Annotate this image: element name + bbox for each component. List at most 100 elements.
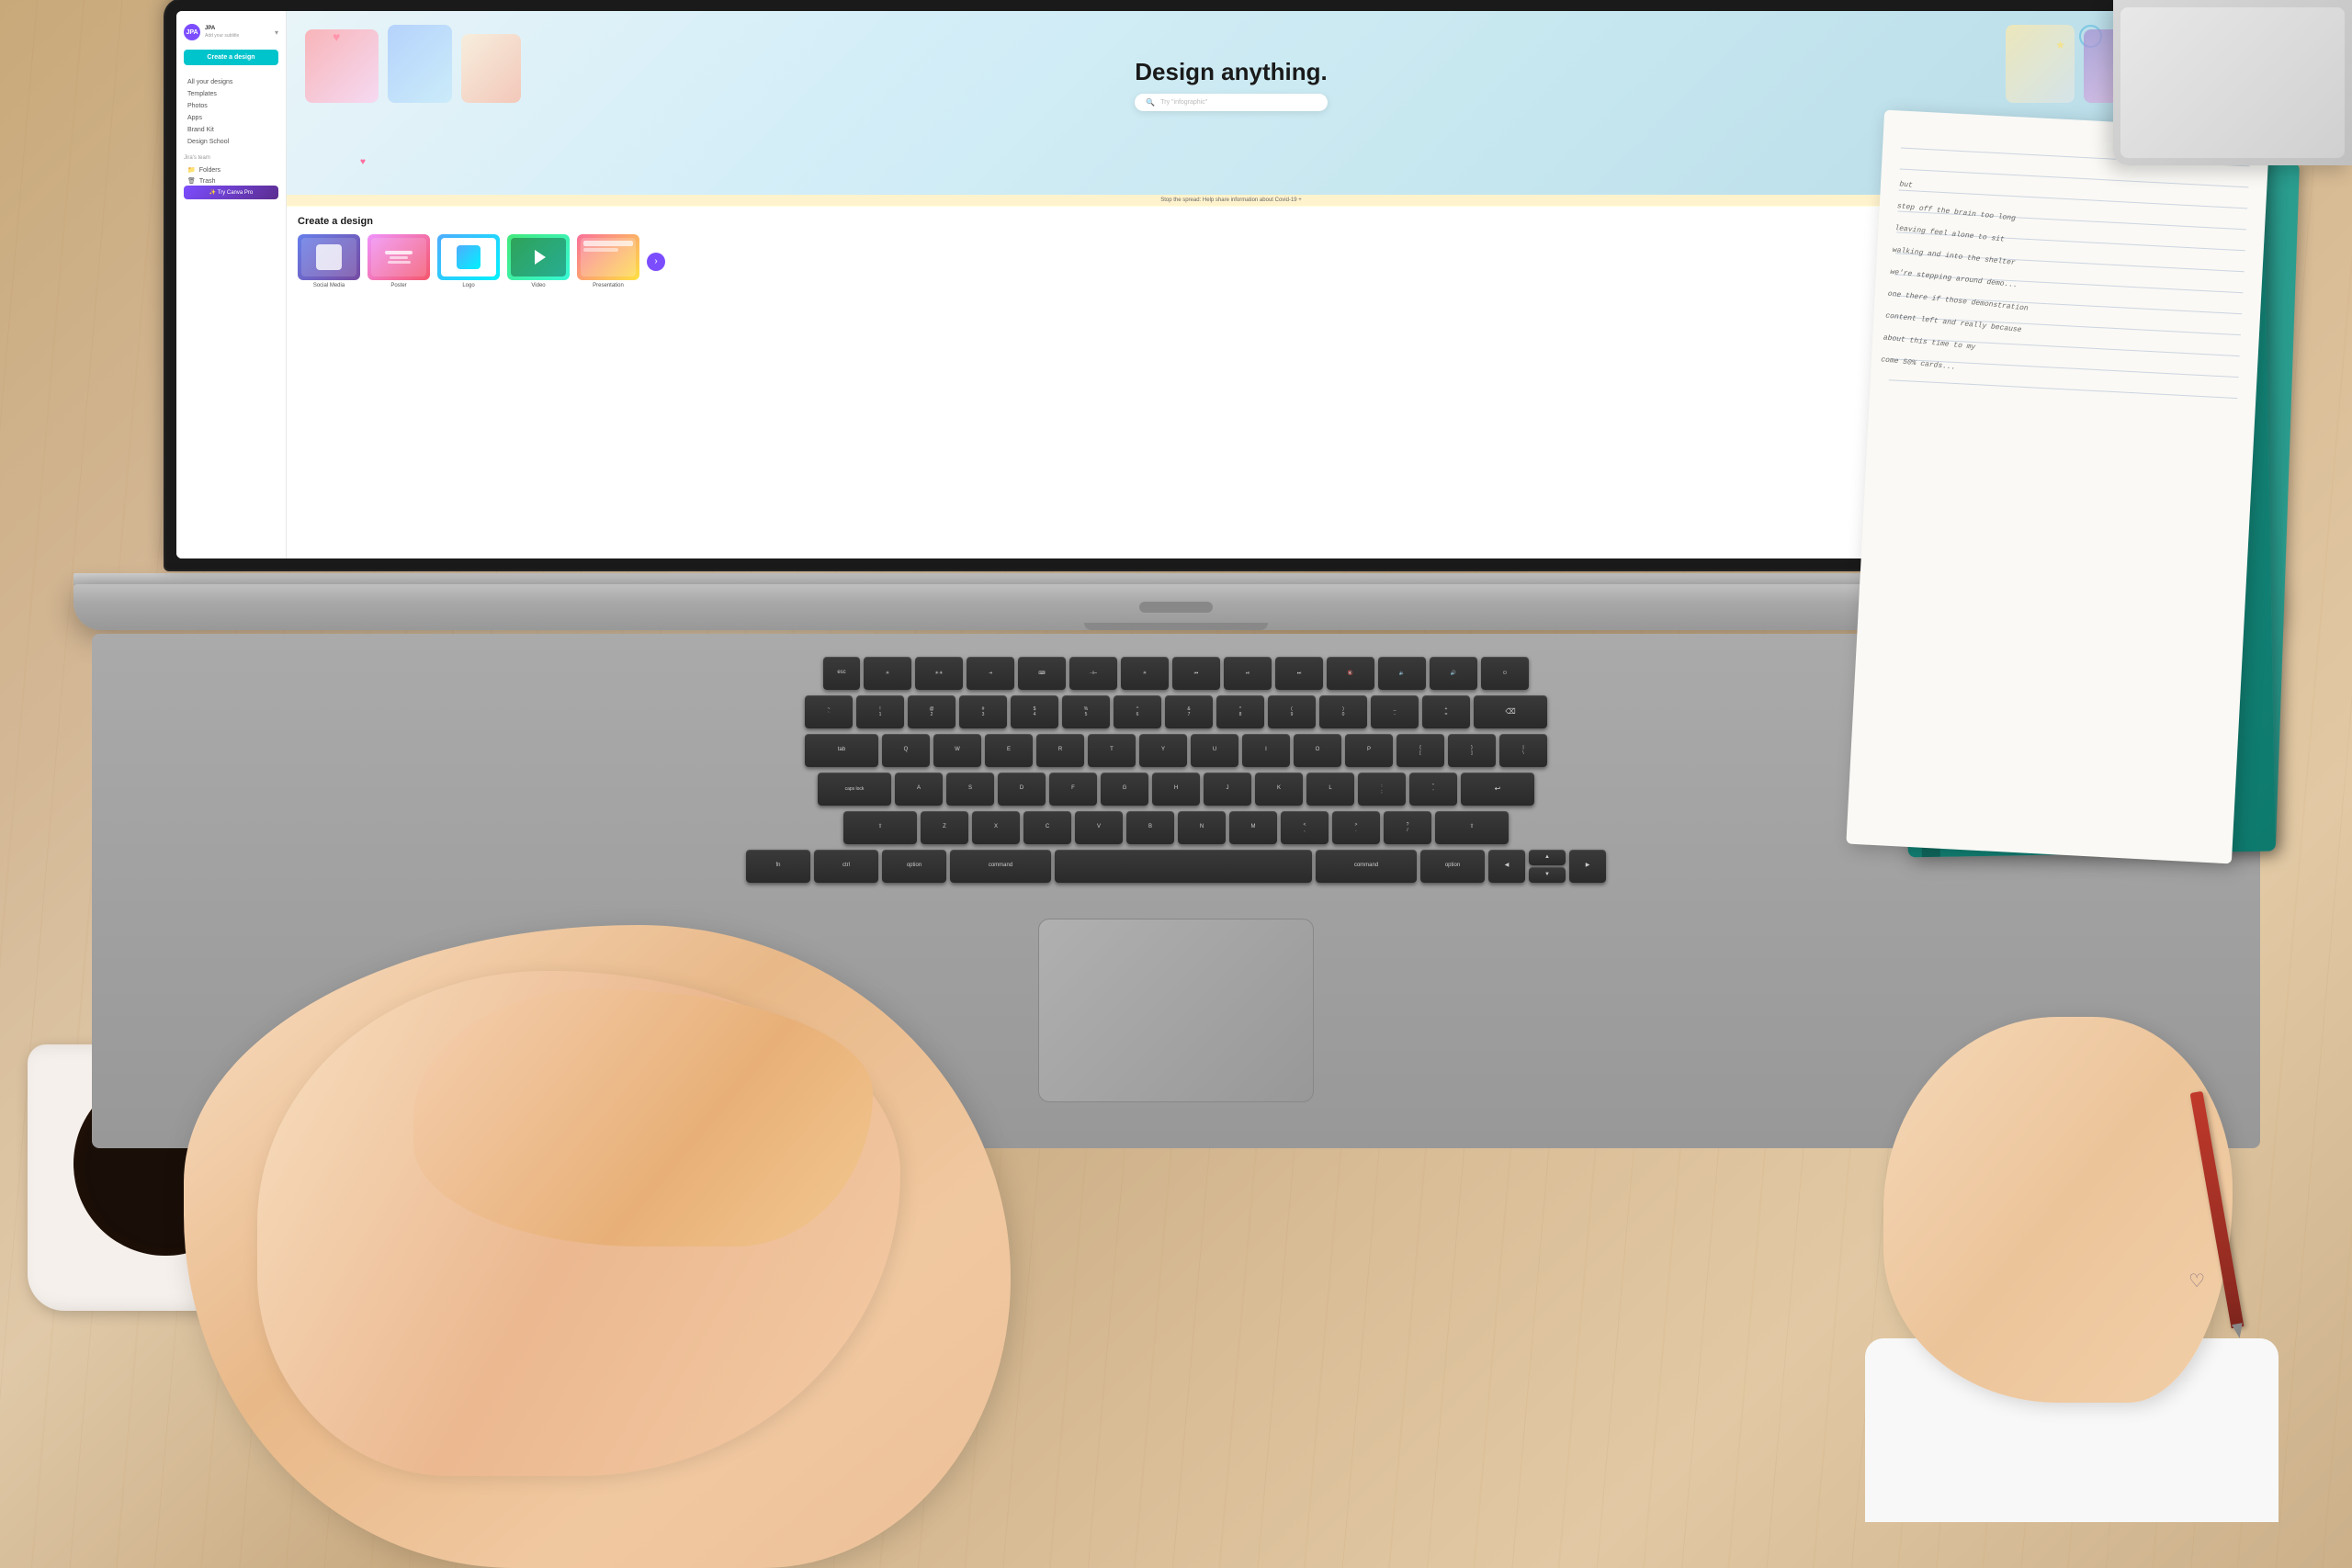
key-w[interactable]: W [933,734,981,767]
key-bracket-left[interactable]: {[ [1396,734,1444,767]
key-i[interactable]: I [1242,734,1290,767]
key-f8[interactable]: ⏯ [1224,657,1272,690]
key-0[interactable]: )0 [1319,695,1367,728]
key-2[interactable]: @2 [908,695,956,728]
key-5[interactable]: %5 [1062,695,1110,728]
create-design-button[interactable]: Create a design [184,50,278,65]
design-type-presentation[interactable]: Presentation [577,234,639,288]
key-4[interactable]: $4 [1011,695,1058,728]
key-b[interactable]: B [1126,811,1174,844]
key-command-left[interactable]: command [950,850,1051,883]
nav-design-school[interactable]: Design School [184,136,278,148]
key-o[interactable]: O [1294,734,1341,767]
key-period[interactable]: >. [1332,811,1380,844]
key-f2[interactable]: ☀☀ [915,657,963,690]
create-section-title: Create a design [298,216,373,227]
key-f10[interactable]: 🔇 [1327,657,1374,690]
nav-brand-kit[interactable]: Brand Kit [184,124,278,136]
canva-user-profile[interactable]: JPA JPA Add your subtitle ▾ [176,18,286,46]
key-arrow-up[interactable]: ▲ [1529,850,1566,865]
key-option-right[interactable]: option [1420,850,1485,883]
key-k[interactable]: K [1255,773,1303,806]
nav-photos[interactable]: Photos [184,100,278,112]
key-f[interactable]: F [1049,773,1097,806]
nav-folders[interactable]: 📁 Folders [184,164,278,175]
key-caps[interactable]: caps lock [818,773,891,806]
key-f11[interactable]: 🔉 [1378,657,1426,690]
key-f3[interactable]: ⇥ [967,657,1014,690]
key-m[interactable]: M [1229,811,1277,844]
more-design-types-button[interactable]: › [647,253,665,271]
presentation-label: Presentation [577,283,639,288]
design-type-logo[interactable]: Logo [437,234,500,288]
key-f7[interactable]: ⏮ [1172,657,1220,690]
key-arrow-right[interactable]: ▶ [1569,850,1606,883]
key-power[interactable]: ⏻ [1481,657,1529,690]
key-arrow-down[interactable]: ▼ [1529,867,1566,883]
key-c[interactable]: C [1023,811,1071,844]
hero-search-placeholder: Try "infographic" [1160,99,1207,106]
key-y[interactable]: Y [1139,734,1187,767]
key-u[interactable]: U [1191,734,1238,767]
key-tab[interactable]: tab [805,734,878,767]
key-j[interactable]: J [1204,773,1251,806]
key-esc[interactable]: esc [823,657,860,690]
key-a[interactable]: A [895,773,943,806]
key-9[interactable]: (9 [1268,695,1316,728]
key-f5[interactable]: ⊣⊢ [1069,657,1117,690]
key-z[interactable]: Z [921,811,968,844]
key-shift-right[interactable]: ⇧ [1435,811,1509,844]
key-semicolon[interactable]: :; [1358,773,1406,806]
nav-apps[interactable]: Apps [184,112,278,124]
key-g[interactable]: G [1101,773,1148,806]
key-space[interactable] [1055,850,1312,883]
key-minus[interactable]: _- [1371,695,1419,728]
key-arrow-left[interactable]: ◀ [1488,850,1525,883]
try-canva-pro-button[interactable]: ✨ Try Canva Pro [184,186,278,199]
key-backslash[interactable]: |\ [1499,734,1547,767]
key-f12[interactable]: 🔊 [1430,657,1477,690]
key-slash[interactable]: ?/ [1384,811,1431,844]
key-h[interactable]: H [1152,773,1200,806]
key-d[interactable]: D [998,773,1046,806]
user-info: JPA Add your subtitle [205,26,239,39]
key-r[interactable]: R [1036,734,1084,767]
design-type-video[interactable]: Video [507,234,570,288]
key-f6[interactable]: ☀ [1121,657,1169,690]
nav-templates[interactable]: Templates [184,88,278,100]
key-f9[interactable]: ⏭ [1275,657,1323,690]
key-quote[interactable]: "' [1409,773,1457,806]
key-f4[interactable]: ⌨ [1018,657,1066,690]
key-n[interactable]: N [1178,811,1226,844]
key-t[interactable]: T [1088,734,1136,767]
key-fn[interactable]: fn [746,850,810,883]
key-option-left[interactable]: option [882,850,946,883]
key-f1[interactable]: ☀ [864,657,911,690]
key-bracket-right[interactable]: }] [1448,734,1496,767]
key-7[interactable]: &7 [1165,695,1213,728]
key-comma[interactable]: <, [1281,811,1329,844]
key-1[interactable]: !1 [856,695,904,728]
trackpad[interactable] [1038,919,1314,1102]
key-6[interactable]: ^6 [1114,695,1161,728]
key-shift-left[interactable]: ⇧ [843,811,917,844]
key-e[interactable]: E [985,734,1033,767]
design-type-poster[interactable]: Poster [368,234,430,288]
key-equals[interactable]: += [1422,695,1470,728]
nav-all-designs[interactable]: All your designs [184,76,278,88]
key-backtick[interactable]: ~` [805,695,853,728]
key-s[interactable]: S [946,773,994,806]
notebook-white-open: but step off the brain too long leaving … [1846,110,2269,864]
key-l[interactable]: L [1306,773,1354,806]
key-p[interactable]: P [1345,734,1393,767]
key-x[interactable]: X [972,811,1020,844]
key-backspace[interactable]: ⌫ [1474,695,1547,728]
key-return[interactable]: ↩ [1461,773,1534,806]
key-q[interactable]: Q [882,734,930,767]
key-3[interactable]: #3 [959,695,1007,728]
key-v[interactable]: V [1075,811,1123,844]
key-8[interactable]: *8 [1216,695,1264,728]
key-command-right[interactable]: command [1316,850,1417,883]
key-ctrl[interactable]: ctrl [814,850,878,883]
design-type-social-media[interactable]: Social Media [298,234,360,288]
